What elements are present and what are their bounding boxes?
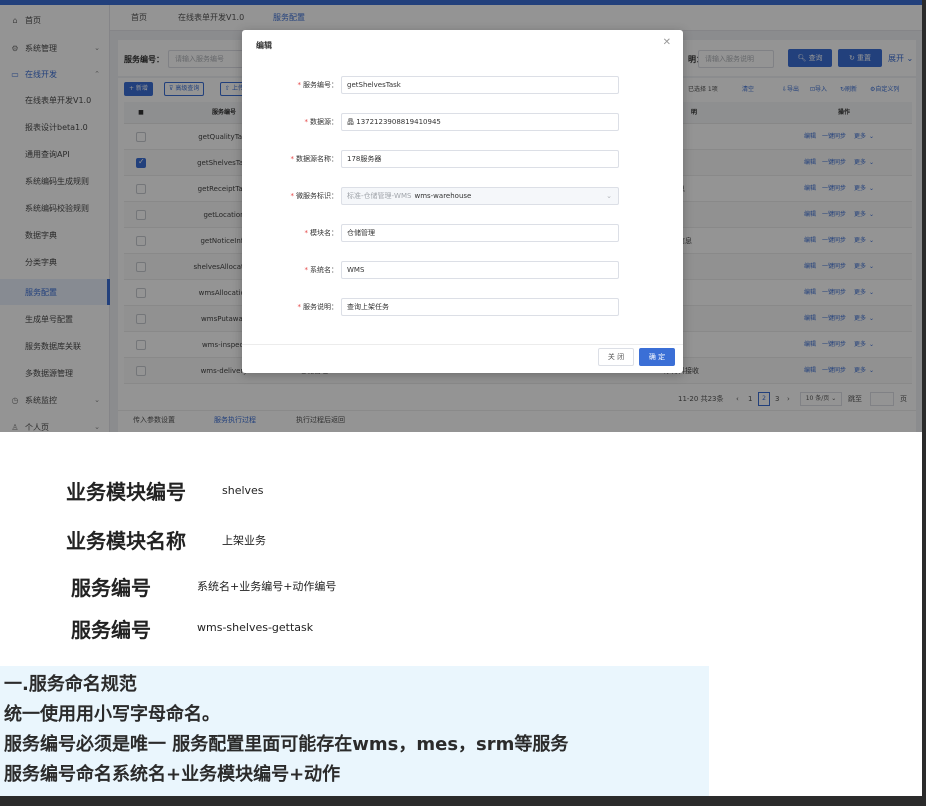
field-label-description: * 服务说明： (297, 303, 339, 311)
note-label-module-code: 业务模块编号 (66, 480, 186, 504)
field-label-datasource: * 数据源： (304, 118, 339, 126)
rule-line-2: 服务编号必须是唯一 服务配置里面可能存在wms，mes，srm等服务 (4, 734, 569, 755)
field-label-system: * 系统名： (304, 266, 339, 274)
rule-line-3: 服务编号命名系统名+业务模块编号+动作 (4, 764, 341, 785)
note-label-service-code-example: 服务编号 (71, 618, 151, 642)
note-value-module-name: 上架业务 (222, 534, 266, 547)
module-name-input[interactable]: 仓储管理 (341, 224, 619, 242)
confirm-button[interactable]: 确 定 (639, 348, 675, 366)
naming-rules-box: 一.服务命名规范 统一使用用小写字母命名。 服务编号必须是唯一 服务配置里面可能… (0, 666, 709, 796)
notes-section: 业务模块编号 shelves 业务模块名称 上架业务 服务编号 系统名+业务编号… (0, 432, 922, 796)
field-label-datasource-name: * 数据源名称： (290, 155, 339, 163)
service-code-input[interactable]: getShelvesTask (341, 76, 619, 94)
note-value-service-code-rule: 系统名+业务编号+动作编号 (197, 580, 337, 593)
system-name-input[interactable]: WMS (341, 261, 619, 279)
note-value-service-code-example: wms-shelves-gettask (197, 621, 314, 634)
description-input[interactable]: 查询上架任务 (341, 298, 619, 316)
field-label-microservice: * 微服务标识： (290, 192, 339, 200)
datasource-input[interactable]: 晶 1372123908819410945 (341, 113, 619, 131)
close-icon[interactable]: ✕ (663, 37, 671, 48)
note-label-service-code: 服务编号 (71, 576, 151, 600)
note-label-module-name: 业务模块名称 (66, 529, 186, 553)
field-label-service-code: * 服务编号： (297, 81, 339, 89)
field-label-module: * 模块名： (304, 229, 339, 237)
note-value-module-code: shelves (222, 484, 264, 497)
modal-footer: 关 闭 确 定 (242, 345, 683, 373)
microservice-select[interactable]: 标准-仓储管理-WMS wms-warehouse ⌄ (341, 187, 619, 205)
app-window: ⌂ 首页 ⚙ 系统管理 ⌄ ▭ 在线开发 ⌃ 在线表单开发V1.0 报表设计beta1.0… (0, 0, 922, 432)
datasource-name-input[interactable]: 178服务器 (341, 150, 619, 168)
datasource-icon: 晶 (347, 118, 354, 126)
edit-modal: 编辑 ✕ * 服务编号： getShelvesTask * 数据源： 晶 13721… (242, 30, 683, 373)
chevron-down-icon: ⌄ (606, 192, 612, 200)
modal-title: 编辑 (256, 41, 272, 50)
rule-line-1: 统一使用用小写字母命名。 (4, 704, 220, 725)
rule-heading: 一.服务命名规范 (4, 674, 137, 695)
close-button[interactable]: 关 闭 (598, 348, 634, 366)
